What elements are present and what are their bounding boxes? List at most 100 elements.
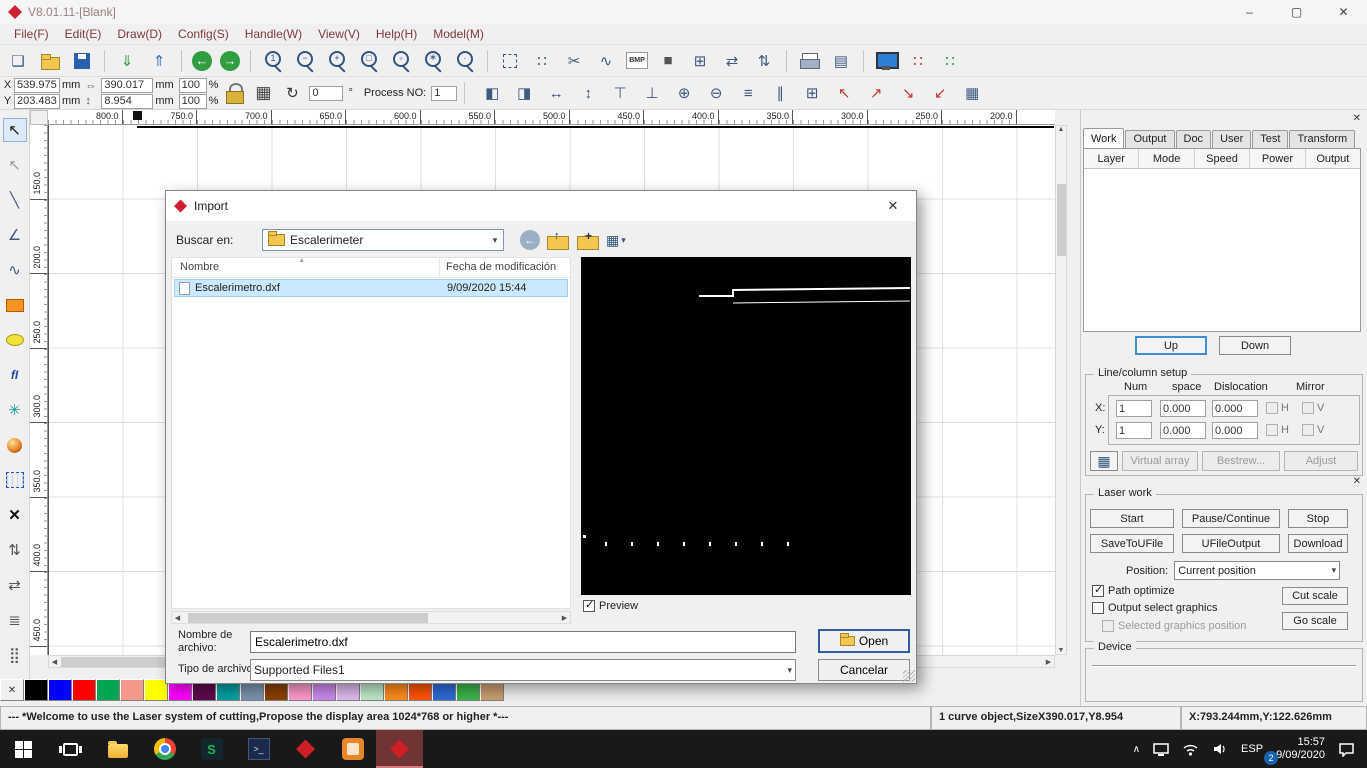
corner-down-right-icon[interactable]: ↘ [896,81,920,105]
color-swatch[interactable] [96,679,120,701]
language-indicator[interactable]: ESP [1241,743,1263,755]
task-view-button[interactable] [47,730,94,768]
nav-back-icon[interactable] [520,230,540,250]
grid-align-icon[interactable]: ⊞ [800,81,824,105]
open-folder-icon[interactable] [38,49,62,73]
star-tool-icon[interactable]: ✳ [3,398,27,422]
dropdown-arrow-icon[interactable] [487,235,503,246]
array-preview-icon[interactable]: ∷ [938,49,962,73]
node-edit-tool-icon[interactable]: ↖ [3,153,27,177]
position-select[interactable]: Current position [1174,561,1341,580]
tab-output[interactable]: Output [1125,130,1175,148]
forward-icon[interactable]: → [220,50,240,71]
x-position-input[interactable] [14,77,60,93]
kern-v-icon[interactable]: ⇅ [752,49,776,73]
offset-tool-icon[interactable]: ≣ [3,608,27,632]
back-icon[interactable]: ← [192,50,212,71]
column-modified[interactable]: Fecha de modificación [440,258,570,277]
look-in-select[interactable]: Escalerimeter [262,229,504,251]
mirror-v-tool-icon[interactable]: ⇅ [3,538,27,562]
zoom-select-icon[interactable]: · [453,49,477,73]
matrix-tool-icon[interactable]: ⣿ [3,643,27,667]
layer-up-button[interactable]: Up [1135,336,1207,355]
size-grid-icon[interactable] [251,81,275,105]
array-output-icon[interactable]: ∷ [906,49,930,73]
ufile-output-button[interactable]: UFileOutput [1182,534,1280,553]
line-tool-icon[interactable]: ╲ [3,188,27,212]
file-row[interactable]: Escalerimetro.dxf 9/09/2020 15:44 [174,279,568,297]
capture-app-button[interactable] [188,730,235,768]
go-scale-button[interactable]: Go scale [1282,612,1348,630]
rotate-input[interactable] [309,85,344,101]
no-color-swatch[interactable]: ✕ [0,679,24,701]
marquee-icon[interactable] [498,49,522,73]
y-mirror-v-checkbox[interactable] [1302,424,1314,436]
bmp-icon[interactable]: BMP [626,52,648,69]
office-app-button[interactable] [329,730,376,768]
resize-grip[interactable] [903,670,915,682]
corner-up-right-icon[interactable]: ↗ [864,81,888,105]
close-panel-icon[interactable] [1353,476,1361,487]
pause-continue-button[interactable]: Pause/Continue [1182,509,1280,528]
scale-x-input[interactable] [178,77,207,93]
trim-icon[interactable]: ⊖ [704,81,728,105]
selected-position-checkbox[interactable] [1102,620,1114,632]
layer-table[interactable]: Layer Mode Speed Power Output [1083,148,1361,332]
dialog-title-bar[interactable]: Import ✕ [166,191,916,221]
maximize-button[interactable]: ▢ [1273,0,1320,24]
zoom-window-icon[interactable]: □ [357,49,381,73]
zoom-in-icon[interactable]: + [325,49,349,73]
export-icon[interactable]: ⇑ [147,49,171,73]
x-mirror-v-checkbox[interactable] [1302,402,1314,414]
table-column-header[interactable]: Power [1250,149,1306,168]
pick-point-icon[interactable]: ∷ [530,49,554,73]
cut-scale-button[interactable]: Cut scale [1282,587,1348,605]
knife-icon[interactable]: ✂ [562,49,586,73]
chrome-button[interactable] [141,730,188,768]
mirror-h-tool-icon[interactable]: ⇄ [3,573,27,597]
y-position-input[interactable] [14,93,60,109]
dialog-close-button[interactable]: ✕ [870,191,916,221]
download-button[interactable]: Download [1288,534,1348,553]
curve-tool-icon[interactable]: ∿ [3,258,27,282]
menu-file[interactable]: File(F) [6,26,57,42]
text-tool-icon[interactable]: fI [3,363,27,387]
y-space-input[interactable] [1160,422,1206,439]
x-num-input[interactable] [1116,400,1152,417]
color-swatch[interactable] [120,679,144,701]
zoom-all-icon[interactable]: ∗ [421,49,445,73]
scale-y-input[interactable] [178,93,207,109]
link-height-icon[interactable]: ↕ [85,94,96,108]
x-space-input[interactable] [1160,400,1206,417]
width-input[interactable] [101,77,154,93]
path-optimize-checkbox[interactable] [1092,583,1104,597]
import-icon[interactable]: ⇓ [115,49,139,73]
sphere-tool-icon[interactable] [3,433,27,457]
datasheet-icon[interactable]: ▤ [829,49,853,73]
color-swatch[interactable] [72,679,96,701]
y-mirror-h-checkbox[interactable] [1266,424,1278,436]
adjust-button[interactable]: Adjust [1284,451,1358,471]
layer-down-button[interactable]: Down [1219,336,1291,355]
clock[interactable]: 15:57 9/09/2020 2 [1264,736,1325,765]
file-list-scrollbar[interactable]: ◀ ▶ [171,611,571,624]
monitor-icon[interactable] [874,49,899,73]
menu-edit[interactable]: Edit(E) [57,26,110,42]
save-icon[interactable] [70,49,94,73]
start-button[interactable] [0,730,47,768]
x-mirror-h-checkbox[interactable] [1266,402,1278,414]
output-select-checkbox[interactable] [1092,602,1104,614]
action-center-icon[interactable] [1338,742,1355,757]
virtual-array-button[interactable]: Virtual array [1122,451,1198,471]
hidden-icons-chevron[interactable] [1133,743,1140,755]
curve-icon[interactable]: ∿ [594,49,618,73]
laser-app-active-button[interactable] [376,730,423,768]
menu-config[interactable]: Config(S) [170,26,237,42]
menu-draw[interactable]: Draw(D) [109,26,170,42]
tab-doc[interactable]: Doc [1175,130,1212,148]
table-column-header[interactable]: Layer [1084,149,1140,168]
file-explorer-button[interactable] [94,730,141,768]
delete-tool-icon[interactable]: ✕ [3,503,27,527]
select-tool-icon[interactable]: ↖ [2,118,27,142]
stop-button[interactable]: Stop [1288,509,1348,528]
